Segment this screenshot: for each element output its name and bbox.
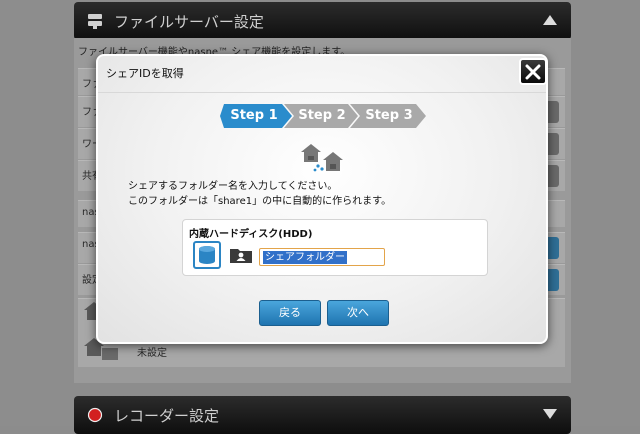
expand-arrow-icon[interactable]	[543, 409, 557, 419]
close-button[interactable]	[519, 58, 547, 85]
next-button[interactable]: 次へ	[327, 300, 389, 326]
step-3-label: Step 3	[365, 108, 413, 123]
dialog-title: シェアIDを取得	[106, 67, 184, 80]
drive-title: 内蔵ハードディスク(HDD)	[189, 229, 313, 240]
hdd-folder-box: 内蔵ハードディスク(HDD) シェアフォルダー	[182, 219, 488, 276]
server-icon	[86, 12, 104, 30]
share-network-icon	[301, 142, 345, 178]
collapse-arrow-icon[interactable]	[543, 15, 557, 25]
dialog-separator	[98, 92, 546, 93]
user-folder-icon	[229, 246, 253, 268]
folder-name-selected-text: シェアフォルダー	[263, 251, 347, 264]
status-text: 未設定	[137, 348, 167, 359]
instruction-line-1: シェアするフォルダー名を入力してください。	[128, 181, 338, 192]
record-icon	[86, 406, 104, 424]
step-2-label: Step 2	[298, 108, 346, 123]
close-icon	[525, 64, 541, 79]
share-id-dialog: シェアIDを取得 Step 1 Step 2 Step 3 シェアするフォルダー…	[96, 54, 548, 344]
file-server-settings-title: ファイルサーバー設定	[114, 12, 264, 31]
instruction-text: シェアするフォルダー名を入力してください。 このフォルダーは「share1」の中…	[128, 179, 391, 209]
step-indicator: Step 1 Step 2 Step 3	[220, 104, 430, 128]
instruction-line-2: このフォルダーは「share1」の中に自動的に作られます。	[128, 196, 392, 207]
step-1-label: Step 1	[230, 108, 278, 123]
recorder-settings-title: レコーダー設定	[114, 406, 220, 425]
recorder-settings-header[interactable]: レコーダー設定	[74, 396, 571, 434]
back-button[interactable]: 戻る	[259, 300, 321, 326]
file-server-settings-header[interactable]: ファイルサーバー設定	[74, 2, 571, 40]
hdd-icon	[193, 241, 221, 269]
